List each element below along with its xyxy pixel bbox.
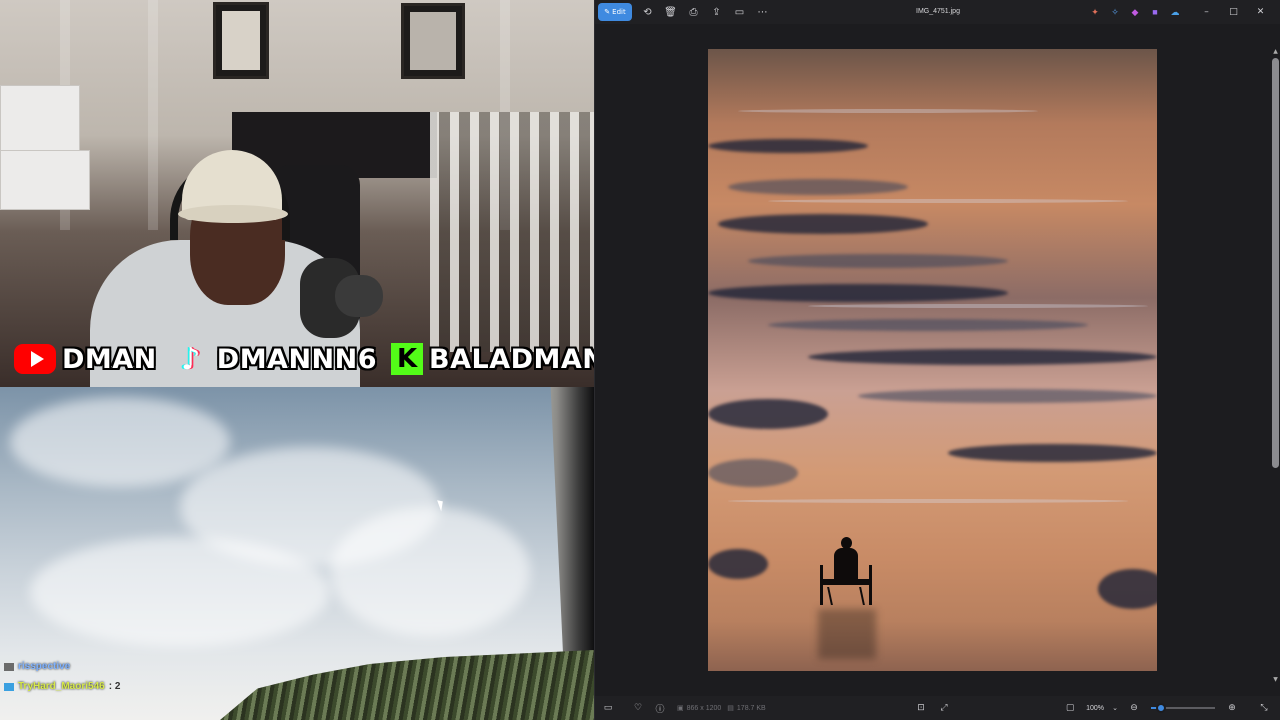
print-icon[interactable]: ⎙ bbox=[682, 0, 705, 24]
dimensions-icon: ▣ bbox=[677, 705, 684, 712]
image-canvas[interactable] bbox=[595, 24, 1271, 696]
title-bar-right: ✦ ✧ ◆ ■ ☁ – □ ✕ bbox=[1086, 0, 1273, 24]
onedrive-icon[interactable]: ☁ bbox=[1166, 3, 1184, 21]
cap-visor bbox=[178, 205, 288, 223]
tiktok-icon: ♪ bbox=[181, 341, 201, 377]
baby-cot bbox=[430, 112, 594, 352]
edit-button[interactable]: ✎ Edit bbox=[598, 3, 632, 21]
zoom-slider[interactable] bbox=[1151, 703, 1215, 713]
status-bar: ▭ ♡ ⓘ ▣ 866 x 1200 ▤ 178.7 KB ⊡ ⤢ ▢ 100%… bbox=[595, 696, 1280, 720]
kick-icon: K bbox=[391, 343, 424, 375]
chat-username: risspective bbox=[18, 661, 71, 672]
share-icon[interactable]: ⇪ bbox=[705, 0, 728, 24]
more-icon[interactable]: ⋯ bbox=[751, 0, 774, 24]
photo-viewer-window: ✎ Edit ⟲ 🗑 ⎙ ⇪ ▭ ⋯ IMG_4751.jpg ✦ ✧ ◆ ■ … bbox=[594, 0, 1280, 720]
youtube-handle: DMAN bbox=[62, 343, 157, 375]
info-icon[interactable]: ⓘ bbox=[649, 696, 671, 720]
zoom-slider-thumb[interactable] bbox=[1155, 703, 1166, 713]
zoom-level[interactable]: 100% bbox=[1086, 705, 1104, 712]
chevron-down-icon[interactable]: ⌄ bbox=[1109, 696, 1121, 720]
cloud bbox=[10, 397, 230, 487]
filmstrip-icon[interactable]: ▭ bbox=[597, 696, 619, 720]
title-bar: ✎ Edit ⟲ 🗑 ⎙ ⇪ ▭ ⋯ IMG_4751.jpg ✦ ✧ ◆ ■ … bbox=[595, 0, 1280, 24]
favorite-icon[interactable]: ♡ bbox=[627, 696, 649, 720]
copilot-icon[interactable]: ✦ bbox=[1086, 3, 1104, 21]
maximize-button[interactable]: □ bbox=[1221, 0, 1246, 24]
storage-box bbox=[0, 85, 80, 155]
storage-box bbox=[0, 150, 90, 210]
zoom-out-icon[interactable]: ⊖ bbox=[1123, 696, 1145, 720]
photo-image bbox=[708, 49, 1157, 671]
zoom-in-icon[interactable]: ⊕ bbox=[1221, 696, 1243, 720]
slideshow-icon[interactable]: ▭ bbox=[728, 0, 751, 24]
file-size-icon: ▤ bbox=[727, 705, 734, 712]
chat-text: : 2 bbox=[108, 681, 121, 692]
chat-badge-icon bbox=[4, 683, 14, 691]
edit-label: Edit bbox=[612, 8, 626, 16]
minimize-button[interactable]: – bbox=[1194, 0, 1219, 24]
expand-icon[interactable]: ⤡ bbox=[1253, 696, 1275, 720]
clipchamp-icon[interactable]: ■ bbox=[1146, 3, 1164, 21]
scroll-up-icon[interactable]: ▲ bbox=[1272, 48, 1279, 56]
scrollbar-thumb[interactable] bbox=[1272, 58, 1279, 468]
mic-pop-filter bbox=[335, 275, 383, 317]
grass bbox=[220, 650, 594, 720]
file-size: ▤ 178.7 KB bbox=[727, 704, 766, 713]
picture-frame bbox=[213, 2, 269, 79]
fit-icon[interactable]: ⤢ bbox=[933, 696, 955, 720]
image-creator-icon[interactable]: ✧ bbox=[1106, 3, 1124, 21]
pencil-icon: ✎ bbox=[604, 8, 611, 16]
picture-frame bbox=[401, 3, 465, 79]
cloud bbox=[30, 537, 330, 647]
image-dimensions: ▣ 866 x 1200 bbox=[677, 704, 722, 713]
fullscreen-view-icon[interactable]: ▢ bbox=[1059, 696, 1081, 720]
social-handles: DMAN ♪ DMANNN6 K BALADMAN bbox=[14, 340, 594, 378]
tiktok-handle: DMANNN6 bbox=[216, 343, 378, 375]
delete-icon[interactable]: 🗑 bbox=[659, 0, 682, 24]
chat-badge-icon bbox=[4, 663, 14, 671]
dimensions-value: 866 x 1200 bbox=[686, 704, 722, 712]
zoom-controls: ▢ 100% ⌄ ⊖ ⊕ ⤡ bbox=[1059, 696, 1275, 720]
chat-message: TryHard_Maori546 : 2 bbox=[4, 677, 120, 697]
wall-panel bbox=[148, 0, 158, 230]
paint-icon[interactable]: ◆ bbox=[1126, 3, 1144, 21]
rotate-icon[interactable]: ⟲ bbox=[636, 0, 659, 24]
youtube-icon bbox=[14, 344, 56, 374]
chat-username: TryHard_Maori546 bbox=[18, 681, 105, 692]
close-button[interactable]: ✕ bbox=[1248, 0, 1273, 24]
screen: DMAN ♪ DMANNN6 K BALADMAN risspective Tr… bbox=[0, 0, 1280, 720]
webcam-feed: DMAN ♪ DMANNN6 K BALADMAN bbox=[0, 0, 594, 387]
file-size-value: 178.7 KB bbox=[736, 704, 766, 712]
cloud bbox=[330, 507, 530, 637]
scroll-down-icon[interactable]: ▼ bbox=[1272, 676, 1279, 684]
crop-icon[interactable]: ⊡ bbox=[910, 696, 932, 720]
chat-overlay: risspective TryHard_Maori546 : 2 bbox=[4, 657, 120, 697]
person-in-chair bbox=[818, 537, 878, 617]
kick-handle: BALADMAN bbox=[429, 343, 594, 375]
chat-message: risspective bbox=[4, 657, 120, 677]
